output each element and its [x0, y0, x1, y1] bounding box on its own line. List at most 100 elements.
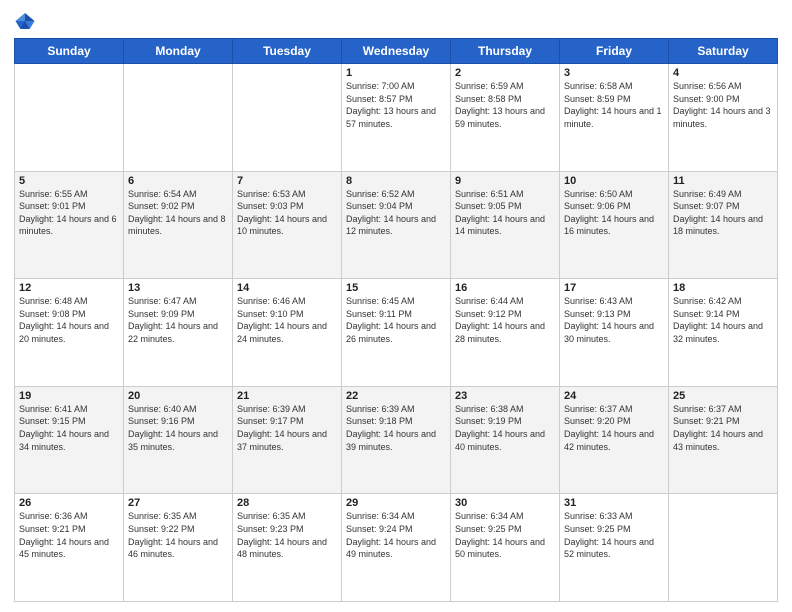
calendar-cell: 26 Sunrise: 6:36 AMSunset: 9:21 PMDaylig…	[15, 494, 124, 602]
day-number: 12	[19, 282, 119, 294]
day-number: 29	[346, 497, 446, 509]
day-info: Sunrise: 6:46 AMSunset: 9:10 PMDaylight:…	[237, 295, 337, 345]
day-info: Sunrise: 6:37 AMSunset: 9:21 PMDaylight:…	[673, 403, 773, 453]
day-number: 14	[237, 282, 337, 294]
header	[14, 10, 778, 32]
col-header-sunday: Sunday	[15, 39, 124, 64]
calendar-table: SundayMondayTuesdayWednesdayThursdayFrid…	[14, 38, 778, 602]
col-header-monday: Monday	[124, 39, 233, 64]
calendar-cell: 4 Sunrise: 6:56 AMSunset: 9:00 PMDayligh…	[669, 64, 778, 172]
day-number: 20	[128, 390, 228, 402]
calendar-cell: 1 Sunrise: 7:00 AMSunset: 8:57 PMDayligh…	[342, 64, 451, 172]
calendar-cell: 2 Sunrise: 6:59 AMSunset: 8:58 PMDayligh…	[451, 64, 560, 172]
day-info: Sunrise: 6:50 AMSunset: 9:06 PMDaylight:…	[564, 188, 664, 238]
day-number: 13	[128, 282, 228, 294]
calendar-cell	[15, 64, 124, 172]
calendar-cell	[124, 64, 233, 172]
day-number: 19	[19, 390, 119, 402]
day-info: Sunrise: 6:51 AMSunset: 9:05 PMDaylight:…	[455, 188, 555, 238]
day-info: Sunrise: 6:35 AMSunset: 9:22 PMDaylight:…	[128, 510, 228, 560]
day-info: Sunrise: 6:58 AMSunset: 8:59 PMDaylight:…	[564, 80, 664, 130]
day-info: Sunrise: 6:33 AMSunset: 9:25 PMDaylight:…	[564, 510, 664, 560]
calendar-cell: 12 Sunrise: 6:48 AMSunset: 9:08 PMDaylig…	[15, 279, 124, 387]
day-number: 21	[237, 390, 337, 402]
day-number: 9	[455, 175, 555, 187]
calendar-cell: 20 Sunrise: 6:40 AMSunset: 9:16 PMDaylig…	[124, 386, 233, 494]
col-header-wednesday: Wednesday	[342, 39, 451, 64]
day-info: Sunrise: 6:47 AMSunset: 9:09 PMDaylight:…	[128, 295, 228, 345]
col-header-thursday: Thursday	[451, 39, 560, 64]
day-info: Sunrise: 6:44 AMSunset: 9:12 PMDaylight:…	[455, 295, 555, 345]
calendar-cell: 3 Sunrise: 6:58 AMSunset: 8:59 PMDayligh…	[560, 64, 669, 172]
day-info: Sunrise: 6:38 AMSunset: 9:19 PMDaylight:…	[455, 403, 555, 453]
calendar-cell: 31 Sunrise: 6:33 AMSunset: 9:25 PMDaylig…	[560, 494, 669, 602]
day-number: 8	[346, 175, 446, 187]
calendar-cell: 19 Sunrise: 6:41 AMSunset: 9:15 PMDaylig…	[15, 386, 124, 494]
calendar-cell: 11 Sunrise: 6:49 AMSunset: 9:07 PMDaylig…	[669, 171, 778, 279]
day-number: 1	[346, 67, 446, 79]
generalblue-logo-icon	[14, 10, 36, 32]
calendar-cell: 16 Sunrise: 6:44 AMSunset: 9:12 PMDaylig…	[451, 279, 560, 387]
day-info: Sunrise: 6:39 AMSunset: 9:17 PMDaylight:…	[237, 403, 337, 453]
day-info: Sunrise: 6:39 AMSunset: 9:18 PMDaylight:…	[346, 403, 446, 453]
day-number: 23	[455, 390, 555, 402]
day-number: 15	[346, 282, 446, 294]
day-info: Sunrise: 7:00 AMSunset: 8:57 PMDaylight:…	[346, 80, 446, 130]
day-number: 30	[455, 497, 555, 509]
calendar-cell	[233, 64, 342, 172]
calendar-cell: 28 Sunrise: 6:35 AMSunset: 9:23 PMDaylig…	[233, 494, 342, 602]
calendar-cell: 21 Sunrise: 6:39 AMSunset: 9:17 PMDaylig…	[233, 386, 342, 494]
day-number: 6	[128, 175, 228, 187]
calendar-cell: 24 Sunrise: 6:37 AMSunset: 9:20 PMDaylig…	[560, 386, 669, 494]
day-number: 31	[564, 497, 664, 509]
calendar-cell: 7 Sunrise: 6:53 AMSunset: 9:03 PMDayligh…	[233, 171, 342, 279]
day-number: 4	[673, 67, 773, 79]
calendar-cell: 27 Sunrise: 6:35 AMSunset: 9:22 PMDaylig…	[124, 494, 233, 602]
calendar-cell: 15 Sunrise: 6:45 AMSunset: 9:11 PMDaylig…	[342, 279, 451, 387]
day-info: Sunrise: 6:48 AMSunset: 9:08 PMDaylight:…	[19, 295, 119, 345]
calendar-cell	[669, 494, 778, 602]
day-number: 18	[673, 282, 773, 294]
calendar-cell: 6 Sunrise: 6:54 AMSunset: 9:02 PMDayligh…	[124, 171, 233, 279]
day-info: Sunrise: 6:34 AMSunset: 9:25 PMDaylight:…	[455, 510, 555, 560]
logo	[14, 10, 38, 32]
col-header-friday: Friday	[560, 39, 669, 64]
day-number: 25	[673, 390, 773, 402]
calendar-cell: 30 Sunrise: 6:34 AMSunset: 9:25 PMDaylig…	[451, 494, 560, 602]
calendar-cell: 8 Sunrise: 6:52 AMSunset: 9:04 PMDayligh…	[342, 171, 451, 279]
page: SundayMondayTuesdayWednesdayThursdayFrid…	[0, 0, 792, 612]
calendar-cell: 9 Sunrise: 6:51 AMSunset: 9:05 PMDayligh…	[451, 171, 560, 279]
day-info: Sunrise: 6:49 AMSunset: 9:07 PMDaylight:…	[673, 188, 773, 238]
day-info: Sunrise: 6:42 AMSunset: 9:14 PMDaylight:…	[673, 295, 773, 345]
col-header-tuesday: Tuesday	[233, 39, 342, 64]
day-number: 22	[346, 390, 446, 402]
day-number: 17	[564, 282, 664, 294]
day-number: 28	[237, 497, 337, 509]
calendar-cell: 25 Sunrise: 6:37 AMSunset: 9:21 PMDaylig…	[669, 386, 778, 494]
calendar-cell: 23 Sunrise: 6:38 AMSunset: 9:19 PMDaylig…	[451, 386, 560, 494]
calendar-cell: 22 Sunrise: 6:39 AMSunset: 9:18 PMDaylig…	[342, 386, 451, 494]
day-info: Sunrise: 6:41 AMSunset: 9:15 PMDaylight:…	[19, 403, 119, 453]
calendar-cell: 14 Sunrise: 6:46 AMSunset: 9:10 PMDaylig…	[233, 279, 342, 387]
day-info: Sunrise: 6:56 AMSunset: 9:00 PMDaylight:…	[673, 80, 773, 130]
day-info: Sunrise: 6:52 AMSunset: 9:04 PMDaylight:…	[346, 188, 446, 238]
calendar-cell: 5 Sunrise: 6:55 AMSunset: 9:01 PMDayligh…	[15, 171, 124, 279]
day-info: Sunrise: 6:36 AMSunset: 9:21 PMDaylight:…	[19, 510, 119, 560]
day-info: Sunrise: 6:45 AMSunset: 9:11 PMDaylight:…	[346, 295, 446, 345]
calendar-cell: 13 Sunrise: 6:47 AMSunset: 9:09 PMDaylig…	[124, 279, 233, 387]
day-number: 24	[564, 390, 664, 402]
day-info: Sunrise: 6:40 AMSunset: 9:16 PMDaylight:…	[128, 403, 228, 453]
day-info: Sunrise: 6:59 AMSunset: 8:58 PMDaylight:…	[455, 80, 555, 130]
day-number: 27	[128, 497, 228, 509]
day-info: Sunrise: 6:53 AMSunset: 9:03 PMDaylight:…	[237, 188, 337, 238]
calendar-cell: 29 Sunrise: 6:34 AMSunset: 9:24 PMDaylig…	[342, 494, 451, 602]
calendar-cell: 18 Sunrise: 6:42 AMSunset: 9:14 PMDaylig…	[669, 279, 778, 387]
day-number: 11	[673, 175, 773, 187]
day-info: Sunrise: 6:54 AMSunset: 9:02 PMDaylight:…	[128, 188, 228, 238]
day-info: Sunrise: 6:43 AMSunset: 9:13 PMDaylight:…	[564, 295, 664, 345]
calendar-cell: 10 Sunrise: 6:50 AMSunset: 9:06 PMDaylig…	[560, 171, 669, 279]
day-number: 2	[455, 67, 555, 79]
day-info: Sunrise: 6:34 AMSunset: 9:24 PMDaylight:…	[346, 510, 446, 560]
day-number: 3	[564, 67, 664, 79]
day-info: Sunrise: 6:37 AMSunset: 9:20 PMDaylight:…	[564, 403, 664, 453]
